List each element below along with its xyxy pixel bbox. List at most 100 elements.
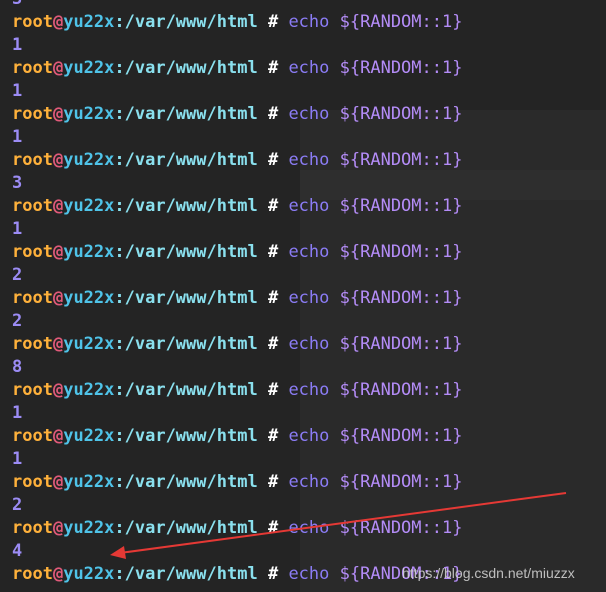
command-echo: echo [288, 472, 330, 492]
prompt-path: :/var/www/html [114, 242, 258, 262]
prompt-symbol: # [267, 196, 279, 216]
command-echo: echo [288, 12, 330, 32]
prompt-path: :/var/www/html [114, 472, 258, 492]
prompt-at: @ [52, 518, 64, 538]
prompt-host: yu22x [63, 196, 115, 216]
command-argument: ${RANDOM::1} [339, 196, 463, 216]
output-line: 1 [12, 35, 23, 55]
prompt-line: root@yu22x:/var/www/html # echo ${RANDOM… [12, 517, 462, 540]
prompt-path: :/var/www/html [114, 564, 258, 584]
output-line: 2 [12, 311, 23, 331]
command-echo: echo [288, 334, 330, 354]
prompt-user: root [12, 242, 53, 262]
prompt-line: root@yu22x:/var/www/html # echo ${RANDOM… [12, 563, 462, 586]
prompt-path: :/var/www/html [114, 12, 258, 32]
watermark-text: https://blog.csdn.net/miuzzx [402, 565, 575, 581]
command-echo: echo [288, 564, 330, 584]
prompt-host: yu22x [63, 380, 115, 400]
command-argument: ${RANDOM::1} [339, 334, 463, 354]
command-echo: echo [288, 288, 330, 308]
prompt-symbol: # [267, 58, 279, 78]
prompt-host: yu22x [63, 150, 115, 170]
prompt-at: @ [52, 426, 64, 446]
command-argument: ${RANDOM::1} [339, 12, 463, 32]
command-echo: echo [288, 196, 330, 216]
command-echo: echo [288, 58, 330, 78]
command-echo: echo [288, 104, 330, 124]
prompt-symbol: # [267, 104, 279, 124]
prompt-at: @ [52, 58, 64, 78]
prompt-user: root [12, 12, 53, 32]
prompt-symbol: # [267, 242, 279, 262]
prompt-line: root@yu22x:/var/www/html # echo ${RANDOM… [12, 57, 462, 80]
prompt-path: :/var/www/html [114, 150, 258, 170]
prompt-path: :/var/www/html [114, 334, 258, 354]
prompt-at: @ [52, 380, 64, 400]
prompt-user: root [12, 104, 53, 124]
output-line: 1 [12, 127, 23, 147]
prompt-at: @ [52, 288, 64, 308]
prompt-line: root@yu22x:/var/www/html # echo ${RANDOM… [12, 425, 462, 448]
prompt-at: @ [52, 150, 64, 170]
prompt-symbol: # [267, 288, 279, 308]
prompt-symbol: # [267, 150, 279, 170]
prompt-line: root@yu22x:/var/www/html # echo ${RANDOM… [12, 379, 462, 402]
prompt-host: yu22x [63, 58, 115, 78]
prompt-host: yu22x [63, 564, 115, 584]
prompt-user: root [12, 564, 53, 584]
prompt-line: root@yu22x:/var/www/html # echo ${RANDOM… [12, 149, 462, 172]
command-argument: ${RANDOM::1} [339, 58, 463, 78]
output-line: 2 [12, 495, 23, 515]
prompt-host: yu22x [63, 288, 115, 308]
command-argument: ${RANDOM::1} [339, 150, 463, 170]
prompt-host: yu22x [63, 518, 115, 538]
prompt-line: root@yu22x:/var/www/html # echo ${RANDOM… [12, 241, 462, 264]
prompt-line: root@yu22x:/var/www/html # echo ${RANDOM… [12, 11, 462, 34]
output-line: 8 [12, 357, 23, 377]
prompt-user: root [12, 150, 53, 170]
prompt-symbol: # [267, 12, 279, 32]
command-argument: ${RANDOM::1} [339, 518, 463, 538]
output-line: 2 [12, 265, 23, 285]
prompt-user: root [12, 426, 53, 446]
prompt-user: root [12, 472, 53, 492]
prompt-line: root@yu22x:/var/www/html # echo ${RANDOM… [12, 333, 462, 356]
prompt-path: :/var/www/html [114, 58, 258, 78]
prompt-host: yu22x [63, 12, 115, 32]
prompt-at: @ [52, 196, 64, 216]
prompt-path: :/var/www/html [114, 104, 258, 124]
prompt-line: root@yu22x:/var/www/html # echo ${RANDOM… [12, 287, 462, 310]
prompt-user: root [12, 288, 53, 308]
prompt-path: :/var/www/html [114, 380, 258, 400]
output-line: 3 [12, 173, 23, 193]
output-line: 1 [12, 219, 23, 239]
prompt-user: root [12, 196, 53, 216]
prompt-path: :/var/www/html [114, 426, 258, 446]
prompt-path: :/var/www/html [114, 518, 258, 538]
prompt-symbol: # [267, 426, 279, 446]
prompt-user: root [12, 58, 53, 78]
terminal-output[interactable]: 3root@yu22x:/var/www/html # echo ${RANDO… [0, 0, 606, 592]
prompt-user: root [12, 380, 53, 400]
command-echo: echo [288, 150, 330, 170]
prompt-symbol: # [267, 472, 279, 492]
prompt-symbol: # [267, 518, 279, 538]
command-echo: echo [288, 426, 330, 446]
command-echo: echo [288, 242, 330, 262]
prompt-symbol: # [267, 564, 279, 584]
prompt-path: :/var/www/html [114, 288, 258, 308]
prompt-host: yu22x [63, 242, 115, 262]
prompt-line: root@yu22x:/var/www/html # echo ${RANDOM… [12, 103, 462, 126]
prompt-at: @ [52, 104, 64, 124]
command-argument: ${RANDOM::1} [339, 288, 463, 308]
output-line: 1 [12, 449, 23, 469]
prompt-host: yu22x [63, 334, 115, 354]
command-argument: ${RANDOM::1} [339, 380, 463, 400]
prompt-line: root@yu22x:/var/www/html # echo ${RANDOM… [12, 471, 462, 494]
command-argument: ${RANDOM::1} [339, 426, 463, 446]
command-echo: echo [288, 380, 330, 400]
output-line: 1 [12, 403, 23, 423]
prompt-host: yu22x [63, 426, 115, 446]
prompt-at: @ [52, 334, 64, 354]
output-line: 4 [12, 541, 23, 561]
